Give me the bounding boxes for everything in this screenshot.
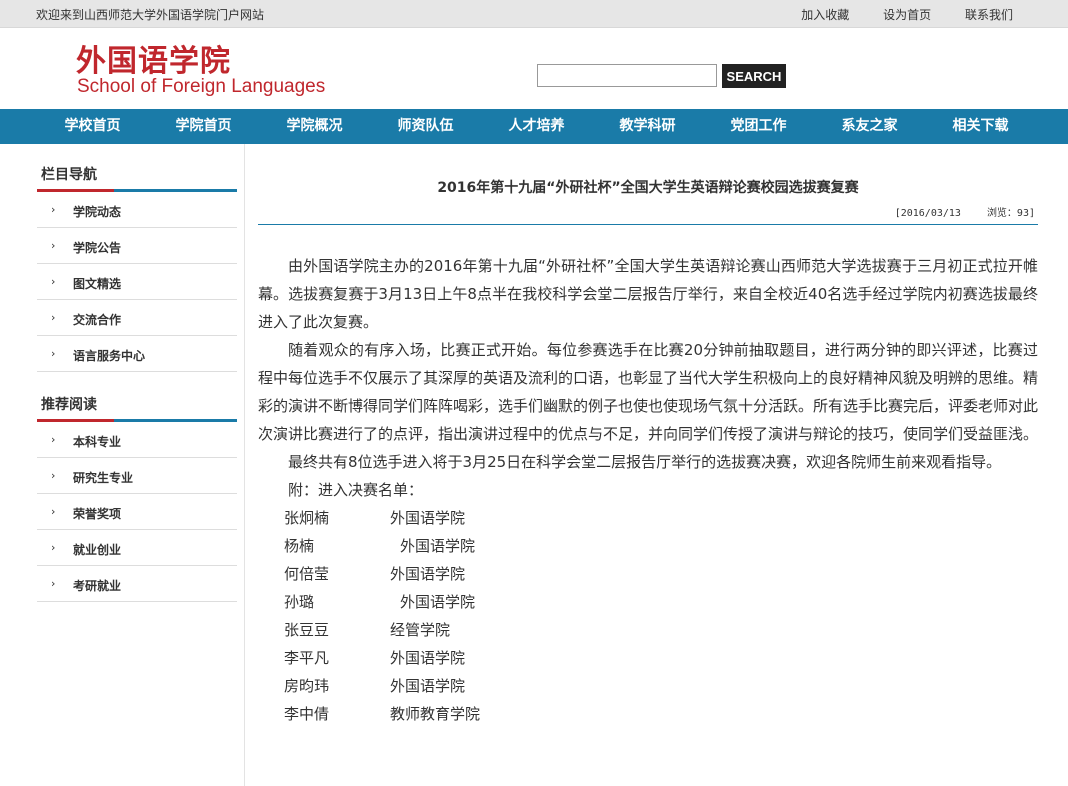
sidebar-section-title: 推荐阅读 (37, 374, 237, 422)
nav-item-alumni[interactable]: 系友之家 (814, 109, 925, 144)
sidebar-item-undergraduate[interactable]: › 本科专业 (37, 422, 237, 458)
chevron-right-icon: › (51, 505, 56, 518)
sidebar-item-postgrad-exam[interactable]: › 考研就业 (37, 566, 237, 602)
chevron-right-icon: › (51, 433, 56, 446)
article-paragraph: 随着观众的有序入场，比赛正式开始。每位参赛选手在比赛20分钟前抽取题目，进行两分… (258, 341, 1039, 443)
logo-chinese[interactable]: 外国语学院 (76, 36, 231, 80)
chevron-right-icon: › (51, 541, 56, 554)
finalist-row: 张豆豆 经管学院 (284, 621, 451, 639)
finalist-list: 张炯楠 外国语学院 杨楠 外国语学院 何倍莹 外国语学院 孙璐 外国语学院 张豆豆 经管学… (284, 504, 1038, 728)
article-title: 2016年第十九届“外研社杯”全国大学生英语辩论赛校园选拔赛复赛 (437, 180, 859, 196)
finalist-row: 孙璐 外国语学院 (284, 593, 476, 611)
article-date: [2016/03/13 (894, 208, 961, 219)
finalist-row: 杨楠 外国语学院 (284, 537, 476, 555)
article-meta: [2016/03/13 浏览：93] (895, 204, 1035, 219)
chevron-right-icon: › (51, 203, 56, 216)
nav-item-university-home[interactable]: 学校首页 (37, 109, 148, 144)
nav-item-party-work[interactable]: 党团工作 (703, 109, 814, 144)
site-header: 外国语学院 School of Foreign Languages SEARCH (0, 28, 1068, 109)
finalist-row: 房昀玮 外国语学院 (284, 677, 466, 695)
sidebar-item-photo-picks[interactable]: › 图文精选 (37, 264, 237, 300)
finalist-row: 张炯楠 外国语学院 (284, 509, 466, 527)
article-paragraph: 最终共有8位选手进入将于3月25日在科学会堂二层报告厅举行的选拔赛决赛，欢迎各院… (288, 453, 1002, 471)
nav-item-teaching-research[interactable]: 教学科研 (592, 109, 703, 144)
sidebar-item-employment[interactable]: › 就业创业 (37, 530, 237, 566)
article-body: 由外国语学院主办的2016年第十九届“外研社杯”全国大学生英语辩论赛山西师范大学… (258, 252, 1038, 728)
nav-item-downloads[interactable]: 相关下载 (925, 109, 1036, 144)
nav-item-college-home[interactable]: 学院首页 (148, 109, 259, 144)
article-views: 浏览：93] (986, 208, 1035, 219)
contact-us-link[interactable]: 联系我们 (965, 8, 1013, 22)
sidebar-item-language-service[interactable]: › 语言服务中心 (37, 336, 237, 372)
top-links: 加入收藏 设为首页 联系我们 (771, 6, 1013, 23)
nav-item-faculty[interactable]: 师资队伍 (370, 109, 481, 144)
add-favorite-link[interactable]: 加入收藏 (801, 8, 849, 22)
sidebar-item-exchange[interactable]: › 交流合作 (37, 300, 237, 336)
top-bar: 欢迎来到山西师范大学外国语学院门户网站 加入收藏 设为首页 联系我们 (0, 0, 1068, 28)
finalist-row: 何倍莹 外国语学院 (284, 565, 466, 583)
set-homepage-link[interactable]: 设为首页 (883, 8, 931, 22)
search-input[interactable] (537, 64, 717, 87)
title-divider (258, 224, 1038, 225)
main-nav: 学校首页 学院首页 学院概况 师资队伍 人才培养 教学科研 党团工作 系友之家 … (0, 109, 1068, 144)
chevron-right-icon: › (51, 577, 56, 590)
sidebar-item-college-news[interactable]: › 学院动态 (37, 192, 237, 228)
chevron-right-icon: › (51, 469, 56, 482)
chevron-right-icon: › (51, 275, 56, 288)
sidebar-item-college-notices[interactable]: › 学院公告 (37, 228, 237, 264)
logo-english[interactable]: School of Foreign Languages (77, 76, 325, 98)
sidebar-section-recommended: 推荐阅读 › 本科专业 › 研究生专业 › 荣誉奖项 › 就业创业 › 考研就业 (37, 374, 237, 602)
sidebar: 栏目导航 › 学院动态 › 学院公告 › 图文精选 › 交流合作 › 语言服务中心 推荐阅… (0, 144, 245, 786)
nav-item-talent-training[interactable]: 人才培养 (481, 109, 592, 144)
sidebar-item-graduate[interactable]: › 研究生专业 (37, 458, 237, 494)
finalist-row: 李中倩 教师教育学院 (284, 705, 481, 723)
chevron-right-icon: › (51, 239, 56, 252)
nav-item-college-overview[interactable]: 学院概况 (259, 109, 370, 144)
finalist-row: 李平凡 外国语学院 (284, 649, 466, 667)
sidebar-section-title: 栏目导航 (37, 144, 237, 192)
finalist-list-heading: 附：进入决赛名单： (288, 481, 424, 499)
chevron-right-icon: › (51, 347, 56, 360)
sidebar-section-nav: 栏目导航 › 学院动态 › 学院公告 › 图文精选 › 交流合作 › 语言服务中心 (37, 144, 237, 372)
welcome-text: 欢迎来到山西师范大学外国语学院门户网站 (36, 8, 265, 22)
sidebar-item-honors[interactable]: › 荣誉奖项 (37, 494, 237, 530)
search-button[interactable]: SEARCH (722, 64, 786, 88)
chevron-right-icon: › (51, 311, 56, 324)
article-paragraph: 由外国语学院主办的2016年第十九届“外研社杯”全国大学生英语辩论赛山西师范大学… (258, 257, 1038, 331)
